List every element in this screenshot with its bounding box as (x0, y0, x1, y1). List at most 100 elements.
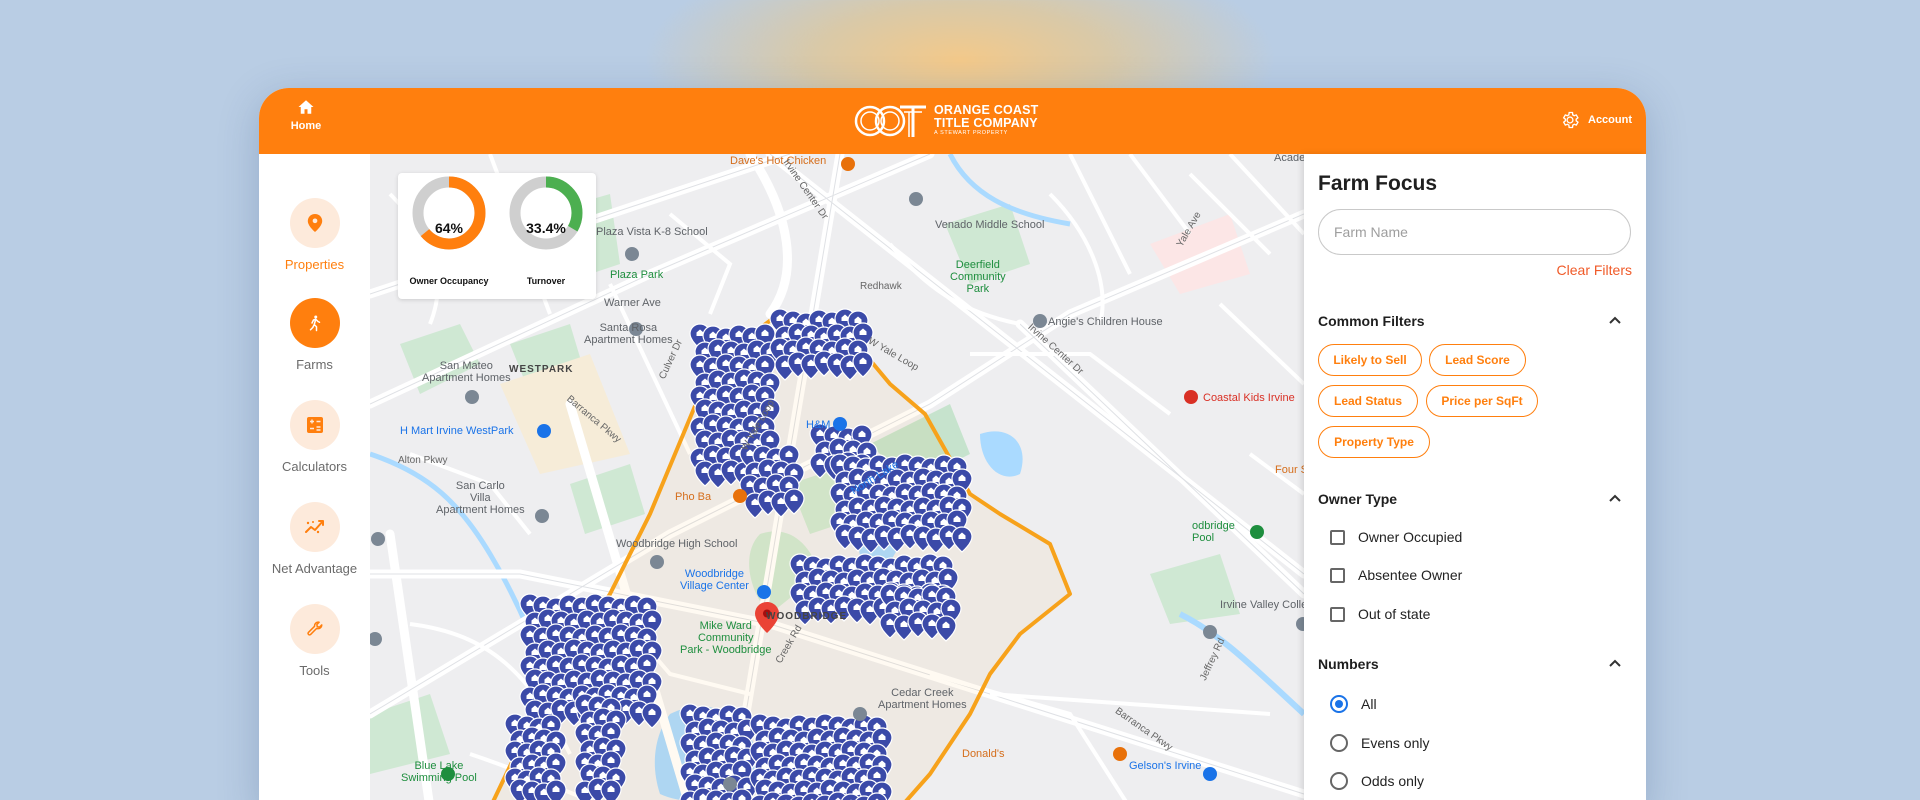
clear-filters-link[interactable]: Clear Filters (1557, 262, 1632, 278)
map-label: WESTPARK (509, 364, 574, 375)
map-label: Plaza Park (610, 269, 664, 281)
map-label: Woodbridge High School (616, 538, 738, 550)
account-label: Account (1588, 114, 1632, 126)
checkbox-box[interactable] (1330, 529, 1345, 545)
nav-icon-circle (289, 604, 340, 654)
sidebar-item-farms[interactable]: Farms (259, 298, 370, 372)
map-label: Venado Middle School (935, 219, 1045, 231)
turnover-value: 33.4% (526, 220, 566, 236)
filter-chip-lead-status[interactable]: Lead Status (1318, 385, 1418, 417)
gear-icon (1562, 111, 1579, 129)
radio-label: Odds only (1361, 773, 1425, 789)
sidebar-item-tools[interactable]: Tools (259, 604, 370, 678)
home-icon (298, 100, 314, 114)
checkbox-box[interactable] (1330, 567, 1345, 583)
nav-icon-circle (289, 400, 340, 450)
map-label: San Mateo Apartment Homes (422, 360, 511, 384)
owner-type-header[interactable]: Owner Type (1318, 491, 1397, 507)
map-label: Irvine Valley College (1220, 599, 1304, 611)
out-of-state-checkbox[interactable]: Out of state (1330, 606, 1430, 622)
checkbox-label: Owner Occupied (1358, 529, 1463, 545)
sidebar-item-net-advantage[interactable]: Net Advantage (259, 502, 370, 576)
turnover-label: Turnover (526, 276, 566, 286)
radio-button[interactable] (1330, 772, 1348, 790)
home-button[interactable]: Home (281, 98, 331, 144)
map-label: Dave's Hot Chicken (730, 155, 827, 167)
sidebar-item-label: Properties (284, 257, 345, 272)
map-label: Plaza Vista K-8 School (596, 226, 708, 238)
property-marker-pin (600, 779, 622, 800)
map-pin-icon (307, 214, 322, 232)
numbers-all-radio[interactable]: All (1330, 695, 1377, 713)
map-label: Warner Ave (604, 297, 661, 309)
property-marker-pin (545, 779, 567, 800)
sidebar-item-label: Farms (296, 357, 333, 372)
common-filters-header[interactable]: Common Filters (1318, 313, 1425, 329)
checkbox-box[interactable] (1330, 606, 1345, 622)
home-label: Home (290, 120, 322, 132)
numbers-header[interactable]: Numbers (1318, 656, 1379, 672)
numbers-odds-radio[interactable]: Odds only (1330, 772, 1424, 790)
nav-icon-circle (289, 298, 340, 348)
nav-icon-circle (289, 502, 340, 552)
map-label: Woodbridge Village Center (680, 568, 749, 592)
map-label: San Carlo Villa Apartment Homes (436, 480, 525, 516)
map-label: H Mart Irvine WestPark (400, 425, 514, 437)
absentee-owner-checkbox[interactable]: Absentee Owner (1330, 567, 1462, 583)
radio-button[interactable] (1330, 734, 1348, 752)
map-label: Alton Pkwy (398, 455, 448, 466)
sidebar-item-properties[interactable]: Properties (259, 198, 370, 272)
map-label: Angie's Children House (1048, 316, 1163, 328)
sidebar-item-label: Calculators (281, 459, 348, 474)
nav-icon-circle (289, 198, 340, 248)
map-label: Coastal Kids Irvine (1203, 392, 1295, 404)
chevron-up-icon[interactable] (1608, 657, 1622, 671)
logo-subtitle: A STEWART PROPERTY (934, 130, 1008, 136)
top-bar: Home ORANGE COAST TITLE COMPANY A STEWAR… (259, 88, 1646, 154)
map-label: Four Sea (1275, 464, 1304, 476)
panel-title: Farm Focus (1318, 172, 1438, 195)
map-label: Santa Rosa Apartment Homes (584, 322, 673, 346)
sidebar-item-label: Net Advantage (271, 561, 358, 576)
owner-occupancy-value: 64% (434, 220, 464, 236)
chevron-up-icon[interactable] (1608, 314, 1622, 328)
trend-chart-icon (304, 520, 324, 534)
sidebar-item-calculators[interactable]: Calculators (259, 400, 370, 474)
checkbox-label: Absentee Owner (1358, 567, 1463, 583)
app-window: Home ORANGE COAST TITLE COMPANY A STEWAR… (259, 88, 1646, 800)
chevron-up-icon[interactable] (1608, 492, 1622, 506)
radio-label: All (1361, 696, 1377, 712)
map-label: Cedar Creek Apartment Homes (878, 687, 967, 711)
logo-title: ORANGE COAST TITLE COMPANY (934, 103, 1039, 130)
account-button[interactable]: Account (1560, 110, 1632, 130)
map-label: odbridge Pool (1192, 520, 1235, 544)
wrench-icon (306, 621, 323, 636)
company-logo: ORANGE COAST TITLE COMPANY A STEWART PRO… (854, 101, 1044, 141)
filter-panel: Farm Focus Clear Filters Common Filters … (1304, 154, 1646, 800)
checkbox-label: Out of state (1358, 606, 1431, 622)
filter-chip-price-per-sqft[interactable]: Price per SqFt (1426, 385, 1538, 417)
map-view[interactable]: Dave's Hot Chicken Plaza Vista K-8 Schoo… (370, 154, 1304, 800)
radio-button[interactable] (1330, 695, 1348, 713)
map-label: Blue Lake Swimming Pool (401, 760, 477, 784)
logo-mark-icon (854, 105, 926, 137)
map-label: WOODBRIDGE (766, 611, 848, 622)
stats-card: 64% Owner Occupancy 33.4% Turnover (398, 173, 596, 299)
walking-person-icon (309, 315, 320, 332)
filter-chip-lead-score[interactable]: Lead Score (1429, 344, 1526, 376)
farm-name-input[interactable] (1318, 209, 1631, 255)
owner-occupied-checkbox[interactable]: Owner Occupied (1330, 529, 1462, 545)
map-label: Donald's (962, 748, 1005, 760)
calculator-icon (306, 417, 323, 433)
radio-label: Evens only (1361, 735, 1430, 751)
owner-occupancy-label: Owner Occupancy (409, 276, 489, 286)
sidebar-item-label: Tools (299, 663, 330, 678)
map-label: Gelson's Irvine (1129, 760, 1202, 772)
map-label: Deerfield Community Park (950, 259, 1006, 295)
map-label: Academy (1274, 154, 1304, 164)
map-label: Pho Ba (675, 491, 712, 503)
filter-chip-property-type[interactable]: Property Type (1318, 426, 1430, 458)
filter-chip-likely-to-sell[interactable]: Likely to Sell (1318, 344, 1422, 376)
sidebar: Properties Farms Calculators Net Advanta… (259, 154, 370, 800)
numbers-evens-radio[interactable]: Evens only (1330, 734, 1429, 752)
